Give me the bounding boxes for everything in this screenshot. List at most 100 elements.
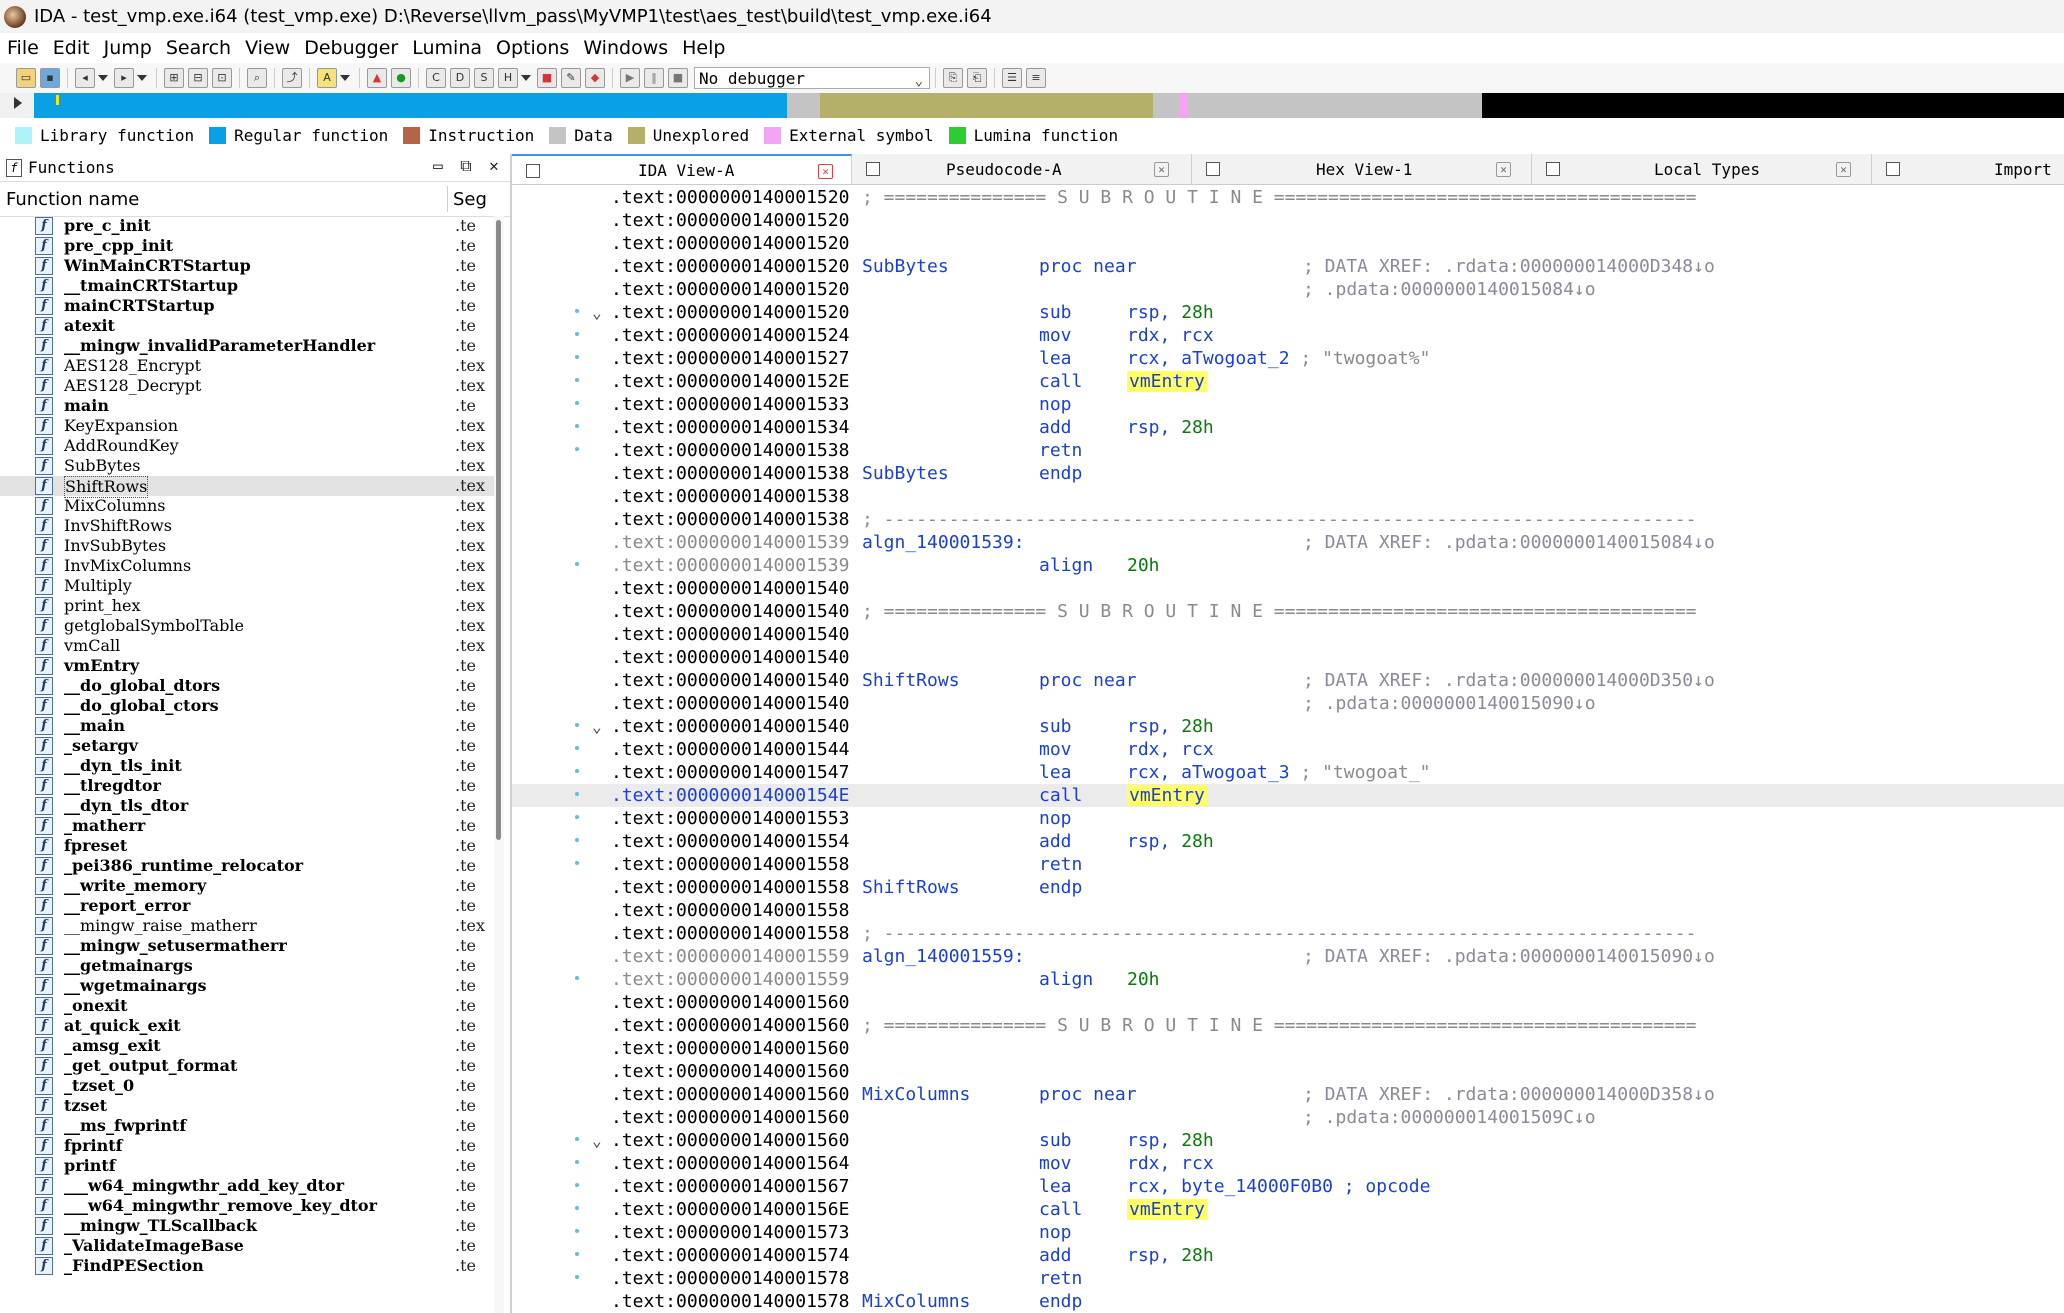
function-row[interactable]: f __report_error .te bbox=[0, 896, 494, 916]
breakpoint-dot-icon[interactable] bbox=[575, 562, 579, 566]
breakpoint-dot-icon[interactable] bbox=[575, 723, 579, 727]
disasm-line[interactable]: .text:0000000140001554 add rsp, 28h bbox=[512, 830, 2064, 853]
function-row[interactable]: f getglobalSymbolTable .tex bbox=[0, 616, 494, 636]
disasm-label[interactable]: ShiftRows bbox=[862, 669, 960, 692]
xref-comment[interactable]: ; .pdata:0000000140015090↓o bbox=[1303, 692, 1596, 715]
breakpoint-icon[interactable]: ◆ bbox=[585, 68, 605, 88]
disasm-label[interactable]: algn_140001559: bbox=[862, 945, 1025, 968]
tab-pseudocode-a[interactable]: Pseudocode-A ✕ bbox=[852, 154, 1192, 184]
collapse-chevron-icon[interactable]: ⌄ bbox=[592, 715, 602, 738]
function-row[interactable]: f ShiftRows .tex bbox=[0, 476, 494, 498]
disasm-line[interactable]: .text:0000000140001560 MixColumns proc nea… bbox=[512, 1083, 2064, 1106]
disasm-line[interactable]: .text:0000000140001538 retn bbox=[512, 439, 2064, 462]
pause-icon[interactable]: ‖ bbox=[644, 68, 664, 88]
menu-lumina[interactable]: Lumina bbox=[405, 37, 489, 59]
function-row[interactable]: f __wgetmainargs .te bbox=[0, 976, 494, 996]
proximity-icon[interactable]: ⊡ bbox=[212, 68, 232, 88]
disasm-line[interactable]: .text:0000000140001560 ; .pdata:000000014… bbox=[512, 1106, 2064, 1129]
function-row[interactable]: f atexit .te bbox=[0, 316, 494, 336]
close-icon[interactable]: ✕ bbox=[1836, 162, 1851, 177]
disasm-line[interactable]: .text:0000000140001573 nop bbox=[512, 1221, 2064, 1244]
xref-comment[interactable]: ; .pdata:000000014001509C↓o bbox=[1303, 1106, 1596, 1129]
disasm-line[interactable]: .text:000000014000154E call vmEntry bbox=[512, 784, 2064, 807]
function-row[interactable]: f __mingw_raise_matherr .tex bbox=[0, 916, 494, 936]
function-row[interactable]: f at_quick_exit .te bbox=[0, 1016, 494, 1036]
function-row[interactable]: f InvSubBytes .tex bbox=[0, 536, 494, 556]
function-row[interactable]: f _onexit .te bbox=[0, 996, 494, 1016]
function-row[interactable]: f fprintf .te bbox=[0, 1136, 494, 1156]
disasm-line[interactable]: .text:0000000140001560 ; =============== … bbox=[512, 1014, 2064, 1037]
breakpoint-dot-icon[interactable] bbox=[575, 792, 579, 796]
xref-comment[interactable]: ; DATA XREF: .rdata:000000014000D350↓o bbox=[1303, 669, 1715, 692]
menu-windows[interactable]: Windows bbox=[576, 37, 675, 59]
disasm-label[interactable]: SubBytes bbox=[862, 462, 949, 485]
list-icon[interactable]: ☰ bbox=[1002, 68, 1022, 88]
column-function-name[interactable]: Function name bbox=[6, 189, 139, 210]
function-row[interactable]: f __write_memory .te bbox=[0, 876, 494, 896]
function-row[interactable]: f __getmainargs .te bbox=[0, 956, 494, 976]
disasm-line[interactable]: ⌄ .text:0000000140001520 sub rsp, 28h bbox=[512, 301, 2064, 324]
menu-help[interactable]: Help bbox=[675, 37, 732, 59]
breakpoint-dot-icon[interactable] bbox=[575, 1160, 579, 1164]
tab-hex-view-1[interactable]: Hex View-1 ✕ bbox=[1192, 154, 1532, 184]
close-icon[interactable]: ✕ bbox=[486, 158, 502, 174]
disasm-line[interactable]: .text:0000000140001558 retn bbox=[512, 853, 2064, 876]
detach-icon[interactable]: ⎗ bbox=[967, 68, 987, 88]
disasm-line[interactable]: .text:0000000140001539 align 20h bbox=[512, 554, 2064, 577]
functions-scrollbar[interactable] bbox=[494, 216, 504, 1313]
disasm-line[interactable]: .text:0000000140001524 mov rdx, rcx bbox=[512, 324, 2064, 347]
forward-dropdown-icon[interactable] bbox=[137, 75, 147, 81]
function-row[interactable]: f __mingw_TLScallback .te bbox=[0, 1216, 494, 1236]
function-row[interactable]: f __do_global_dtors .te bbox=[0, 676, 494, 696]
function-row[interactable]: f printf .te bbox=[0, 1156, 494, 1176]
function-row[interactable]: f KeyExpansion .tex bbox=[0, 416, 494, 436]
function-row[interactable]: f __mingw_setusermatherr .te bbox=[0, 936, 494, 956]
menu-debugger[interactable]: Debugger bbox=[297, 37, 405, 59]
function-row[interactable]: f WinMainCRTStartup .te bbox=[0, 256, 494, 276]
collapse-chevron-icon[interactable]: ⌄ bbox=[592, 1129, 602, 1152]
disasm-line[interactable]: .text:0000000140001544 mov rdx, rcx bbox=[512, 738, 2064, 761]
disasm-line[interactable]: .text:0000000140001560 bbox=[512, 1037, 2064, 1060]
breakpoint-dot-icon[interactable] bbox=[575, 861, 579, 865]
function-row[interactable]: f pre_c_init .te bbox=[0, 216, 494, 236]
function-row[interactable]: f __dyn_tls_dtor .te bbox=[0, 796, 494, 816]
function-row[interactable]: f mainCRTStartup .te bbox=[0, 296, 494, 316]
disasm-line[interactable]: .text:0000000140001527 lea rcx, aTwogoat_2… bbox=[512, 347, 2064, 370]
menu-edit[interactable]: Edit bbox=[46, 37, 97, 59]
function-row[interactable]: f InvShiftRows .tex bbox=[0, 516, 494, 536]
disasm-line[interactable]: .text:0000000140001560 bbox=[512, 1060, 2064, 1083]
disasm-line[interactable]: .text:0000000140001520 bbox=[512, 232, 2064, 255]
breakpoint-dot-icon[interactable] bbox=[575, 1252, 579, 1256]
operand-text[interactable]: rsp, bbox=[1127, 302, 1181, 323]
data-icon[interactable]: D bbox=[450, 68, 470, 88]
function-row[interactable]: f main .te bbox=[0, 396, 494, 416]
function-row[interactable]: f __ms_fwprintf .te bbox=[0, 1116, 494, 1136]
float-icon[interactable]: ⧉ bbox=[458, 158, 474, 174]
disasm-label[interactable]: algn_140001539: bbox=[862, 531, 1025, 554]
function-row[interactable]: f tzset .te bbox=[0, 1096, 494, 1116]
function-row[interactable]: f __dyn_tls_init .te bbox=[0, 756, 494, 776]
xref-comment[interactable]: ; DATA XREF: .rdata:000000014000D348↓o bbox=[1303, 255, 1715, 278]
menu-jump[interactable]: Jump bbox=[97, 37, 159, 59]
disasm-line[interactable]: .text:0000000140001520 ; .pdata:000000014… bbox=[512, 278, 2064, 301]
back-dropdown-icon[interactable] bbox=[98, 75, 108, 81]
breakpoint-dot-icon[interactable] bbox=[575, 1206, 579, 1210]
disasm-line[interactable]: .text:0000000140001540 bbox=[512, 577, 2064, 600]
function-row[interactable]: f fpreset .te bbox=[0, 836, 494, 856]
forward-icon[interactable]: ▸ bbox=[114, 68, 134, 88]
disasm-line[interactable]: .text:0000000140001547 lea rcx, aTwogoat_3… bbox=[512, 761, 2064, 784]
disasm-line[interactable]: .text:0000000140001539 algn_140001539: ; D… bbox=[512, 531, 2064, 554]
operand-text[interactable]: rsp, bbox=[1127, 1245, 1181, 1266]
function-row[interactable]: f Multiply .tex bbox=[0, 576, 494, 596]
operand-text[interactable]: rcx, aTwogoat_2 bbox=[1127, 348, 1300, 369]
disasm-line[interactable]: .text:0000000140001533 nop bbox=[512, 393, 2064, 416]
functions-list[interactable]: f pre_c_init .te f pre_cpp_init .te f WinMainCR… bbox=[0, 216, 494, 1313]
disasm-line[interactable]: .text:0000000140001520 SubBytes proc near;… bbox=[512, 255, 2064, 278]
breakpoint-dot-icon[interactable] bbox=[575, 1275, 579, 1279]
function-row[interactable]: f AES128_Decrypt .tex bbox=[0, 376, 494, 396]
breakpoint-dot-icon[interactable] bbox=[575, 769, 579, 773]
disasm-line[interactable]: ⌄ .text:0000000140001540 sub rsp, 28h bbox=[512, 715, 2064, 738]
menu-view[interactable]: View bbox=[238, 37, 297, 59]
stop-debug-icon[interactable]: ■ bbox=[668, 68, 688, 88]
search-icon[interactable]: ⌕ bbox=[247, 68, 267, 88]
